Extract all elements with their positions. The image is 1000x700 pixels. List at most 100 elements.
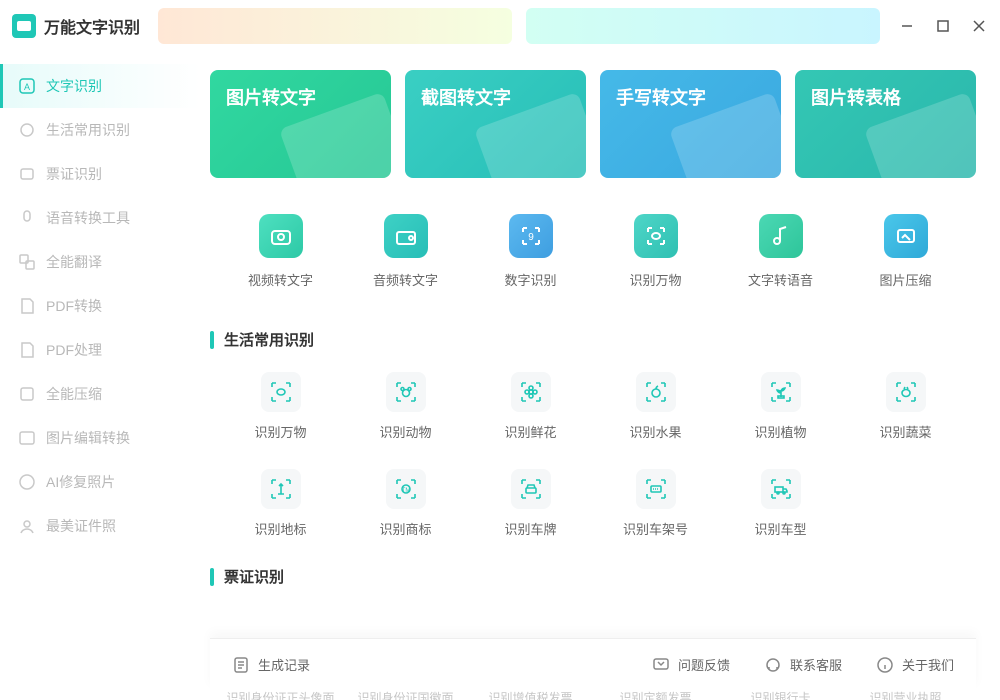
sidebar-item-text-ocr[interactable]: A 文字识别 (0, 64, 200, 108)
car-icon (511, 469, 551, 509)
life-item-car-model[interactable]: 识别车型 (718, 469, 843, 538)
svg-text:9: 9 (528, 232, 534, 243)
sidebar-item-ticket-ocr[interactable]: 票证识别 (0, 152, 200, 196)
info-icon (876, 656, 894, 674)
sidebar-item-label: 语音转换工具 (46, 208, 130, 228)
section-accent-bar (210, 331, 214, 349)
ai-restore-icon (18, 473, 36, 491)
section-title: 生活常用识别 (224, 329, 314, 350)
sidebar-item-label: PDF处理 (46, 340, 102, 360)
life-label: 识别车架号 (623, 519, 688, 538)
truck-icon (761, 469, 801, 509)
life-label: 识别商标 (379, 519, 431, 538)
about-button[interactable]: 关于我们 (876, 655, 954, 674)
card-handwriting-to-text[interactable]: 手写转文字 (600, 70, 781, 178)
card-screenshot-to-text[interactable]: 截图转文字 (405, 70, 586, 178)
life-icon (18, 121, 36, 139)
life-item-empty (843, 469, 968, 538)
tools-row: 视频转文字 音频转文字 9 数字识别 识别万物 文字转语音 图片压缩 (210, 214, 976, 289)
sidebar-item-label: AI修复照片 (46, 472, 115, 492)
tool-label: 音频转文字 (373, 270, 438, 289)
life-item-landmark[interactable]: 识别地标 (218, 469, 343, 538)
life-item-vegetable[interactable]: 识别蔬菜 (843, 372, 968, 441)
life-label: 识别水果 (629, 422, 681, 441)
sidebar: A 文字识别 生活常用识别 票证识别 语音转换工具 全能翻译 PDF转换 PDF… (0, 52, 200, 700)
titlebar: 万能文字识别 (0, 0, 1000, 52)
translate-icon (18, 253, 36, 271)
life-item-plant[interactable]: 识别植物 (718, 372, 843, 441)
promo-banner-2[interactable] (526, 8, 880, 44)
tool-label: 图片压缩 (879, 270, 931, 289)
radio-icon (384, 214, 428, 258)
image-edit-icon (18, 429, 36, 447)
promo-banner-1[interactable] (158, 8, 512, 44)
plant-icon (761, 372, 801, 412)
tool-text-to-speech[interactable]: 文字转语音 (718, 214, 843, 289)
svg-text:A: A (24, 82, 30, 92)
number-icon: 9 (509, 214, 553, 258)
sidebar-item-label: 文字识别 (46, 76, 102, 96)
section-accent-bar (210, 568, 214, 586)
pdf-convert-icon (18, 297, 36, 315)
life-item-trademark[interactable]: TM 识别商标 (343, 469, 468, 538)
tool-number-ocr[interactable]: 9 数字识别 (468, 214, 593, 289)
card-label: 手写转文字 (616, 88, 706, 108)
image-compress-icon (884, 214, 928, 258)
window-controls (898, 17, 988, 35)
card-image-to-text[interactable]: 图片转文字 (210, 70, 391, 178)
vin-icon (636, 469, 676, 509)
card-label: 截图转文字 (421, 88, 511, 108)
life-item-animal[interactable]: 识别动物 (343, 372, 468, 441)
life-item-all[interactable]: 识别万物 (218, 372, 343, 441)
life-label: 识别植物 (754, 422, 806, 441)
maximize-button[interactable] (934, 17, 952, 35)
sidebar-item-label: 图片编辑转换 (46, 428, 130, 448)
tool-image-compress[interactable]: 图片压缩 (843, 214, 968, 289)
ticket-icon (18, 165, 36, 183)
compress-icon (18, 385, 36, 403)
sidebar-item-translate[interactable]: 全能翻译 (0, 240, 200, 284)
svg-text:TM: TM (401, 488, 410, 494)
peek-label: 识别增值税发票 (468, 689, 593, 700)
life-item-fruit[interactable]: 识别水果 (593, 372, 718, 441)
contact-button[interactable]: 联系客服 (764, 655, 842, 674)
peek-label: 识别营业执照 (843, 689, 968, 700)
minimize-button[interactable] (898, 17, 916, 35)
sidebar-item-voice-tools[interactable]: 语音转换工具 (0, 196, 200, 240)
sidebar-item-image-edit[interactable]: 图片编辑转换 (0, 416, 200, 460)
peek-label: 识别身份证国徽面 (343, 689, 468, 700)
sidebar-item-pdf-convert[interactable]: PDF转换 (0, 284, 200, 328)
feedback-button[interactable]: 问题反馈 (652, 655, 730, 674)
sidebar-item-life-ocr[interactable]: 生活常用识别 (0, 108, 200, 152)
app-logo: 万能文字识别 (12, 14, 140, 38)
records-button[interactable]: 生成记录 (232, 655, 310, 674)
records-icon (232, 656, 250, 674)
vegetable-icon (886, 372, 926, 412)
life-item-license-plate[interactable]: 识别车牌 (468, 469, 593, 538)
card-image-to-table[interactable]: 图片转表格 (795, 70, 976, 178)
music-note-icon (759, 214, 803, 258)
life-label: 识别鲜花 (504, 422, 556, 441)
tool-label: 数字识别 (504, 270, 556, 289)
life-row-1: 识别万物 识别动物 识别鲜花 识别水果 识别植物 识别蔬菜 (210, 372, 976, 441)
sidebar-item-pdf-edit[interactable]: PDF处理 (0, 328, 200, 372)
close-button[interactable] (970, 17, 988, 35)
bb-label: 关于我们 (902, 655, 954, 674)
life-item-flower[interactable]: 识别鲜花 (468, 372, 593, 441)
tool-recognize-all[interactable]: 识别万物 (593, 214, 718, 289)
tool-audio-to-text[interactable]: 音频转文字 (343, 214, 468, 289)
content-panel[interactable]: 图片转文字 截图转文字 手写转文字 图片转表格 视频转文字 音频转文字 9 数字… (200, 52, 1000, 700)
life-item-vin[interactable]: 识别车架号 (593, 469, 718, 538)
section-title: 票证识别 (224, 566, 284, 587)
mic-icon (18, 209, 36, 227)
bb-label: 问题反馈 (678, 655, 730, 674)
tool-video-to-text[interactable]: 视频转文字 (218, 214, 343, 289)
feature-cards-row: 图片转文字 截图转文字 手写转文字 图片转表格 (210, 70, 976, 178)
sidebar-item-label: 生活常用识别 (46, 120, 130, 140)
landmark-icon (261, 469, 301, 509)
trademark-icon: TM (386, 469, 426, 509)
sidebar-item-label: 全能翻译 (46, 252, 102, 272)
sidebar-item-compress[interactable]: 全能压缩 (0, 372, 200, 416)
sidebar-item-id-photo[interactable]: 最美证件照 (0, 504, 200, 548)
sidebar-item-ai-restore[interactable]: AI修复照片 (0, 460, 200, 504)
